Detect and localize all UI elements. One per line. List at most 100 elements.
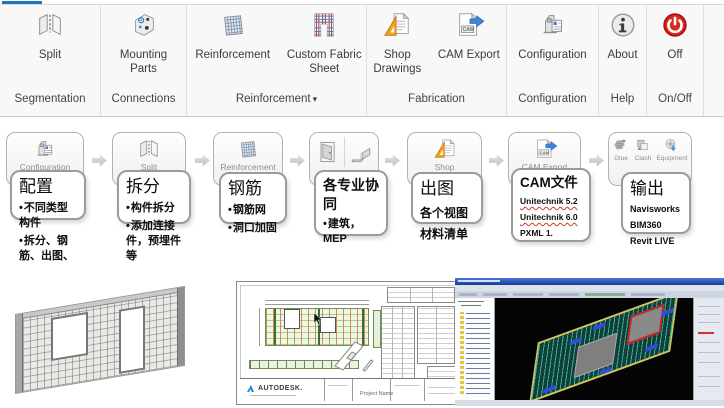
callout-title: 输出 <box>630 178 682 200</box>
split-button[interactable]: Split <box>33 10 67 63</box>
callout-item: BIM360 <box>630 219 682 232</box>
configuration-icon <box>33 137 57 161</box>
callout-item: 材料清单 <box>420 226 474 242</box>
equipment-icon <box>663 137 680 154</box>
callout-item: Unitechnik 6.0 <box>520 211 582 224</box>
custom-fabric-sheet-icon <box>309 10 339 40</box>
custom-fabric-sheet-button-label: Custom Fabric Sheet <box>284 49 364 76</box>
reinforcement-icon <box>236 137 260 161</box>
group-label-onoff: On/Off <box>647 93 703 116</box>
toolbar-segment <box>459 293 477 296</box>
callout-item: 不同类型构件 <box>19 201 77 231</box>
callout-item: 添加连接件，预埋件等 <box>126 219 182 264</box>
wall-top-edge <box>16 287 184 320</box>
active-tab-indicator <box>2 1 42 4</box>
callout-item: 构件拆分 <box>126 201 182 216</box>
panel-opening-red-outline <box>627 304 665 345</box>
callout-title: 配置 <box>19 176 77 198</box>
cam-export-button[interactable]: CAM Export <box>432 10 506 63</box>
ribbon-group-help: About Help <box>599 5 647 116</box>
rebar-table <box>381 306 415 384</box>
tree-item-labels <box>466 312 490 394</box>
arrow-right-icon <box>92 154 107 167</box>
ribbon-group-segmentation: Split Segmentation <box>0 5 101 116</box>
callout-configuration: 配置 不同类型构件 拆分、钢筋、出图、 <box>10 170 86 220</box>
embed-part-blue <box>543 385 556 394</box>
cam-tree-panel <box>455 298 495 400</box>
divider <box>344 137 345 167</box>
callout-item: 各个视图 <box>420 205 474 221</box>
duct-icon <box>347 138 375 166</box>
wall-mesh-panel <box>15 286 185 394</box>
cam-status-bar <box>455 400 724 406</box>
shop-drawings-icon <box>433 137 457 161</box>
custom-fabric-sheet-button[interactable]: Custom Fabric Sheet <box>282 10 366 76</box>
ribbon-group-configuration: Configuration Configuration <box>507 5 599 116</box>
mini-button-label: Reinforcement <box>220 162 275 172</box>
embed-part-blue <box>569 337 582 346</box>
callout-title: 拆分 <box>126 176 182 198</box>
configuration-button[interactable]: Configuration <box>516 10 588 63</box>
group-label-help: Help <box>599 93 646 116</box>
toolbar-segment <box>631 293 665 296</box>
cam-title-text-placeholder <box>458 280 500 282</box>
off-button[interactable]: Off <box>658 10 692 63</box>
opening <box>284 309 300 329</box>
dimension-line <box>265 304 369 305</box>
callout-reinforcement: 钢筋 钢筋网 洞口加固 <box>219 172 287 224</box>
callout-output: 输出 Navisworks BIM360 Revit LIVE <box>621 172 691 234</box>
off-icon <box>660 10 690 40</box>
cam-properties-panel <box>693 298 724 400</box>
callout-title: 出图 <box>420 178 474 200</box>
title-block-line <box>394 385 420 386</box>
about-button-label: About <box>607 49 637 63</box>
toolbar-segment <box>549 293 579 296</box>
callout-coordination: 各专业协同 建筑，MEP <box>314 170 388 236</box>
title-block-divider <box>352 379 353 401</box>
screenshot-root: Split Segmentation Mounting Parts Connec… <box>0 0 724 408</box>
panel-edge-bar <box>274 309 276 345</box>
embed-part-blue <box>593 322 606 331</box>
iso-panel-view <box>329 336 375 378</box>
toolbar-segment <box>513 293 543 296</box>
callout-title: 各专业协同 <box>323 176 379 214</box>
arrow-right-icon <box>589 154 604 167</box>
shop-drawings-button[interactable]: Shop Drawings <box>367 10 428 76</box>
shop-drawing-sheet-image: AUTODESK. Project Name <box>236 281 464 405</box>
callout-title: CAM文件 <box>520 174 582 192</box>
mounting-parts-button[interactable]: Mounting Parts <box>107 10 181 76</box>
ribbon-group-reinforcement: Reinforcement Custom Fabric Sheet Reinfo… <box>187 5 367 116</box>
website-line <box>250 395 296 396</box>
sheet-header-table <box>387 287 455 303</box>
dropdown-arrow-icon[interactable]: ▾ <box>313 94 318 104</box>
callout-item: 拆分、钢筋、出图、 <box>19 234 77 264</box>
title-block-divider <box>424 379 425 401</box>
group-label-fabrication: Fabrication <box>367 93 506 116</box>
cam-title-bar <box>455 278 724 285</box>
clash-mini-button: Clash <box>634 137 651 162</box>
configuration-button-label: Configuration <box>518 49 586 63</box>
toolbar-segment <box>585 293 625 296</box>
title-block: AUTODESK. Project Name <box>240 378 460 401</box>
title-block-line <box>328 385 348 386</box>
callout-item: Unitechnik 5.2 <box>520 195 582 208</box>
cam-export-button-label: CAM Export <box>438 49 500 63</box>
arrow-right-icon <box>385 154 400 167</box>
title-block-line <box>428 387 458 388</box>
group-label-reinforcement[interactable]: Reinforcement▾ <box>187 93 366 116</box>
workflow-diagram: Configuration Split Reinforcement Shop <box>0 128 724 284</box>
split-icon <box>137 137 161 161</box>
mounting-parts-icon <box>129 10 159 40</box>
autodesk-logo-text: AUTODESK. <box>258 385 303 392</box>
tree-root-line <box>458 301 484 302</box>
callout-item: Revit LIVE <box>630 235 682 248</box>
about-button[interactable]: About <box>605 10 639 63</box>
about-icon <box>608 10 638 40</box>
callout-title: 钢筋 <box>228 178 278 200</box>
glue-mini-button: Glue <box>612 137 629 162</box>
cam-toolbar <box>455 291 724 298</box>
panel-3d-model <box>529 298 678 400</box>
reinforcement-button[interactable]: Reinforcement <box>187 10 278 63</box>
parts-table <box>417 306 455 364</box>
ribbon-group-connections: Mounting Parts Connections <box>101 5 187 116</box>
